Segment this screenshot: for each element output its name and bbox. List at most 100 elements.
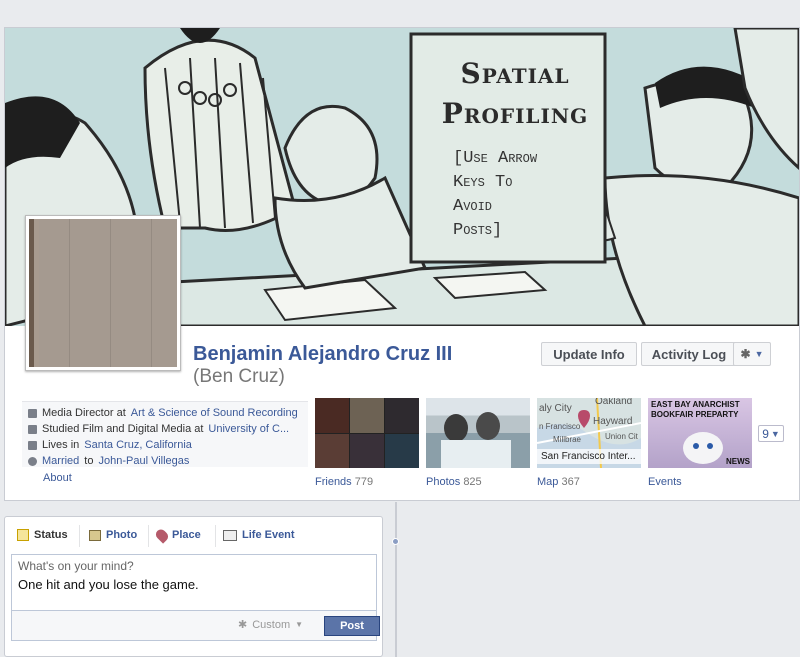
heart-icon — [28, 456, 37, 466]
map-tile[interactable]: aly City Oakland Hayward n Francisco Mil… — [537, 398, 641, 468]
cover-subtitle-line-1: [Use Arrow — [453, 149, 538, 168]
activity-log-button[interactable]: Activity Log — [641, 342, 737, 366]
tab-divider — [79, 525, 80, 547]
status-placeholder: What's on your mind? — [18, 559, 134, 573]
friend-thumb — [315, 398, 349, 433]
info-lives: Lives in Santa Cruz, California — [28, 437, 192, 453]
friends-tile[interactable] — [315, 398, 419, 468]
avatar-image — [29, 219, 177, 367]
status-composer: Status Photo Place Life Event What's on … — [4, 516, 383, 657]
cover-title-line-2: Profiling — [441, 97, 589, 130]
photo-icon — [89, 529, 101, 541]
events-tile[interactable]: EAST BAY ANARCHIST BOOKFAIR PREPARTY NEW… — [648, 398, 752, 468]
map-label-oakland: Oakland — [595, 398, 633, 407]
map-count: 367 — [561, 476, 580, 488]
profile-picture[interactable] — [25, 215, 181, 371]
status-input[interactable]: What's on your mind? One hit and you los… — [11, 554, 377, 611]
friend-thumb — [385, 398, 419, 433]
timeline-dot — [392, 538, 399, 545]
profile-info-box: Media Director at Art & Science of Sound… — [22, 401, 308, 467]
events-flyer-line-1: EAST BAY ANARCHIST — [651, 400, 740, 409]
friend-thumb — [350, 433, 384, 468]
friend-thumb — [385, 433, 419, 468]
friend-thumb — [350, 398, 384, 433]
photos-label: Photos — [426, 476, 461, 488]
tab-divider — [215, 525, 216, 547]
cover-title: Spatial Profiling — [425, 54, 605, 134]
friends-tile-label[interactable]: Friends 779 — [315, 476, 373, 488]
composer-footer: ✱ Custom ▼ Post — [11, 611, 380, 641]
status-icon — [17, 529, 29, 541]
info-lives-label: Lives in — [42, 439, 80, 451]
info-relationship-mid: to — [84, 455, 94, 467]
photos-tile-image — [441, 412, 511, 468]
gear-icon: ✱ — [740, 347, 751, 361]
info-work: Media Director at Art & Science of Sound… — [28, 405, 298, 421]
status-text: One hit and you lose the game. — [18, 577, 199, 592]
more-apps-count: 9 — [762, 426, 769, 441]
photos-count: 825 — [463, 476, 482, 488]
book-icon — [223, 529, 237, 541]
update-info-button[interactable]: Update Info — [541, 342, 637, 366]
map-label-hayward: Hayward — [593, 416, 633, 427]
map-label: Map — [537, 476, 559, 488]
timeline-line — [395, 502, 397, 657]
chevron-down-icon: ▼ — [754, 349, 764, 359]
tab-status[interactable]: Status — [17, 517, 68, 553]
info-study-label: Studied Film and Digital Media at — [42, 423, 204, 435]
settings-dropdown-button[interactable]: ✱ ▼ — [733, 342, 771, 366]
friends-count: 779 — [354, 476, 374, 488]
tab-life-event[interactable]: Life Event — [223, 517, 295, 553]
info-work-label: Media Director at — [42, 407, 126, 419]
relationship-link[interactable]: Married — [42, 455, 79, 467]
friend-thumb — [315, 433, 349, 468]
profile-card: Spatial Profiling [Use Arrow Keys To Avo… — [4, 27, 800, 501]
friends-label: Friends — [315, 476, 352, 488]
home-icon — [28, 440, 37, 450]
city-link[interactable]: Santa Cruz, California — [84, 439, 192, 451]
tab-photo[interactable]: Photo — [89, 517, 137, 553]
info-relationship: Married to John-Paul Villegas — [28, 453, 189, 469]
tab-photo-label: Photo — [106, 529, 138, 541]
profile-name[interactable]: Benjamin Alejandro Cruz III — [193, 343, 452, 366]
tab-life-event-label: Life Event — [242, 529, 295, 541]
events-flyer-news: NEWS — [726, 457, 750, 466]
map-pin-icon — [153, 526, 171, 544]
tab-place[interactable]: Place — [153, 517, 201, 553]
spouse-link[interactable]: John-Paul Villegas — [98, 455, 189, 467]
map-label-daly-city: aly City — [539, 403, 572, 414]
tab-place-label: Place — [172, 529, 201, 541]
events-flyer-text: EAST BAY ANARCHIST BOOKFAIR PREPARTY — [651, 400, 740, 420]
more-apps-button[interactable]: 9 ▼ — [758, 425, 784, 442]
profile-nickname: (Ben Cruz) — [193, 366, 285, 387]
gear-icon: ✱ — [238, 619, 248, 631]
about-link[interactable]: About — [43, 472, 72, 484]
chevron-down-icon: ▼ — [295, 620, 304, 629]
events-flyer-line-2: BOOKFAIR PREPARTY — [651, 410, 739, 419]
photos-tile[interactable] — [426, 398, 530, 468]
privacy-selector[interactable]: ✱ Custom ▼ — [238, 618, 304, 632]
map-label-airport: San Francisco Inter... — [541, 451, 636, 462]
work-link[interactable]: Art & Science of Sound Recording — [131, 407, 298, 419]
cover-subtitle: [Use Arrow Keys To Avoid Posts] — [453, 147, 603, 243]
cover-subtitle-line-4: Posts] — [453, 221, 503, 240]
map-tile-label[interactable]: Map 367 — [537, 476, 580, 488]
tab-divider — [148, 525, 149, 547]
map-label-sf: n Francisco — [539, 422, 581, 431]
composer-tabs: Status Photo Place Life Event — [5, 517, 382, 553]
cover-title-line-1: Spatial — [460, 57, 570, 90]
privacy-label: Custom — [252, 618, 291, 631]
tab-status-label: Status — [34, 529, 68, 541]
cover-subtitle-line-3: Avoid — [453, 197, 493, 216]
university-link[interactable]: University of C... — [208, 423, 289, 435]
chevron-down-icon: ▼ — [770, 428, 780, 439]
briefcase-icon — [28, 408, 37, 418]
post-button[interactable]: Post — [324, 616, 380, 636]
info-study: Studied Film and Digital Media at Univer… — [28, 421, 289, 437]
map-label-union-city: Union Cit — [605, 432, 638, 441]
cover-subtitle-line-2: Keys To — [453, 173, 513, 192]
photos-tile-label[interactable]: Photos 825 — [426, 476, 482, 488]
map-label-millbrae: Millbrae — [553, 435, 582, 444]
graduation-cap-icon — [28, 424, 37, 434]
events-tile-label[interactable]: Events — [648, 476, 682, 488]
